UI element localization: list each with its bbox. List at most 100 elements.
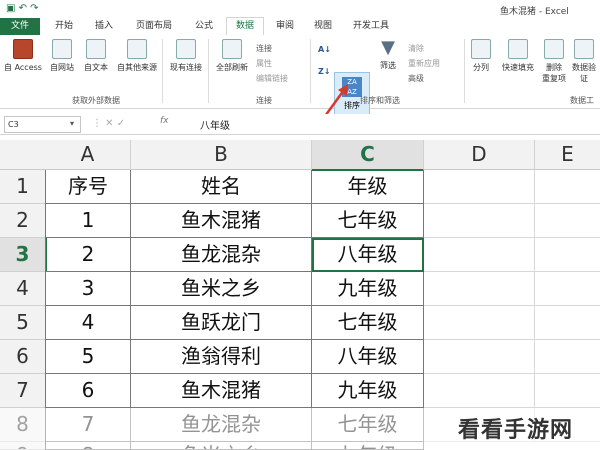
row-header[interactable]: 7 (0, 374, 46, 408)
formula-input[interactable]: 八年级 (200, 117, 230, 132)
cell-a2[interactable]: 1 (45, 204, 131, 238)
filter-icon: ▼ (381, 37, 395, 58)
cell-a4[interactable]: 3 (45, 272, 131, 306)
formula-bar-icons: ⋮ ✕ ✓ (92, 118, 126, 129)
column-header-b[interactable]: B (131, 140, 312, 170)
cell-b6[interactable]: 渔翁得利 (131, 340, 312, 374)
annotation-arrow (310, 84, 348, 135)
from-other-sources-button[interactable]: 自其他来源 (114, 39, 160, 73)
cell-a5[interactable]: 4 (45, 306, 131, 340)
refresh-all-button[interactable]: 全部刷新 (212, 39, 252, 73)
cell-e6[interactable] (535, 340, 600, 374)
remove-duplicates-button[interactable]: 删除 重复项 (540, 39, 568, 84)
cell-b8[interactable]: 鱼龙混杂 (131, 408, 312, 442)
data-validation-icon (574, 39, 594, 59)
flash-fill-icon (508, 39, 528, 59)
row-header[interactable]: 5 (0, 306, 46, 340)
reapply-button[interactable]: 重新应用 (408, 58, 440, 69)
cell-e2[interactable] (535, 204, 600, 238)
active-cell-c3[interactable]: 八年级 (312, 238, 424, 272)
cell-e1[interactable] (535, 170, 600, 204)
cell-c2[interactable]: 七年级 (312, 204, 424, 238)
formula-bar: C3 ▾ ⋮ ✕ ✓ fx 八年级 (0, 114, 600, 135)
cell-d5[interactable] (424, 306, 535, 340)
other-sources-icon (127, 39, 147, 59)
cell-d4[interactable] (424, 272, 535, 306)
tab-data[interactable]: 数据 (226, 17, 264, 37)
cell-a3[interactable]: 2 (45, 238, 131, 272)
cell-a7[interactable]: 6 (45, 374, 131, 408)
group-divider (162, 39, 163, 103)
tab-file[interactable]: 文件 (0, 18, 40, 35)
window-title: 鱼木混猪 - Excel (500, 7, 569, 17)
cell-d2[interactable] (424, 204, 535, 238)
row-header[interactable]: 6 (0, 340, 46, 374)
properties-button[interactable]: 属性 (256, 58, 272, 69)
title-bar: ▣ ↶ ↷ 鱼木混猪 - Excel (0, 0, 600, 18)
cell-c7[interactable]: 九年级 (312, 374, 424, 408)
cell-b2[interactable]: 鱼木混猪 (131, 204, 312, 238)
edit-links-button[interactable]: 编辑链接 (256, 73, 288, 84)
column-header-c[interactable]: C (312, 140, 424, 171)
cell-d7[interactable] (424, 374, 535, 408)
cell-e7[interactable] (535, 374, 600, 408)
select-all-corner[interactable] (0, 140, 46, 170)
cell-d1[interactable] (424, 170, 535, 204)
from-text-button[interactable]: 自文本 (80, 39, 112, 73)
cell-b5[interactable]: 鱼跃龙门 (131, 306, 312, 340)
refresh-icon (222, 39, 242, 59)
sort-ascending-icon[interactable]: A↓ (318, 45, 331, 54)
tab-review[interactable]: 审阅 (268, 18, 302, 35)
text-file-icon (86, 39, 106, 59)
row-header[interactable]: 8 (0, 408, 46, 442)
row-header[interactable]: 2 (0, 204, 46, 238)
tab-page-layout[interactable]: 页面布局 (126, 18, 182, 35)
existing-connections-button[interactable]: 现有连接 (166, 39, 206, 73)
row-header[interactable]: 3 (0, 238, 47, 272)
cell-b1[interactable]: 姓名 (131, 170, 312, 204)
group-divider (464, 39, 465, 103)
cell-c4[interactable]: 九年级 (312, 272, 424, 306)
column-header-a[interactable]: A (45, 140, 131, 170)
column-header-e[interactable]: E (535, 140, 600, 170)
existing-connections-icon (176, 39, 196, 59)
sort-descending-icon[interactable]: Z↓ (318, 67, 331, 76)
filter-button[interactable]: ▼ 筛选 (374, 39, 402, 71)
name-box-dropdown-icon[interactable]: ▾ (70, 119, 74, 128)
cell-a6[interactable]: 5 (45, 340, 131, 374)
tab-insert[interactable]: 插入 (86, 18, 122, 35)
cell-e5[interactable] (535, 306, 600, 340)
column-header-d[interactable]: D (424, 140, 535, 170)
web-icon (52, 39, 72, 59)
cell-a1[interactable]: 序号 (45, 170, 131, 204)
from-web-button[interactable]: 自网站 (46, 39, 78, 73)
cell-e4[interactable] (535, 272, 600, 306)
cell-a8[interactable]: 7 (45, 408, 131, 442)
cell-c8[interactable]: 七年级 (312, 408, 424, 442)
cell-b7[interactable]: 鱼木混猪 (131, 374, 312, 408)
flash-fill-button[interactable]: 快速填充 (498, 39, 538, 73)
data-validation-button[interactable]: 数据验 证 (570, 39, 598, 84)
cell-b4[interactable]: 鱼米之乡 (131, 272, 312, 306)
tab-developer[interactable]: 开发工具 (344, 18, 398, 35)
function-icon[interactable]: fx (160, 116, 169, 126)
tab-formulas[interactable]: 公式 (186, 18, 222, 35)
cell-c1[interactable]: 年级 (312, 170, 424, 204)
tab-home[interactable]: 开始 (46, 18, 82, 35)
connections-button[interactable]: 连接 (256, 43, 272, 54)
cell-d6[interactable] (424, 340, 535, 374)
tab-view[interactable]: 视图 (306, 18, 340, 35)
cell-c6[interactable]: 八年级 (312, 340, 424, 374)
cell-d3[interactable] (424, 238, 535, 272)
quick-access-icons[interactable]: ▣ ↶ ↷ (6, 3, 39, 14)
row-header[interactable]: 4 (0, 272, 46, 306)
clear-button[interactable]: 清除 (408, 43, 424, 54)
cell-e3[interactable] (535, 238, 600, 272)
text-to-columns-button[interactable]: 分列 (468, 39, 494, 73)
row-header[interactable]: 1 (0, 170, 46, 204)
group-label-connections: 连接 (256, 96, 272, 105)
advanced-button[interactable]: 高级 (408, 73, 424, 84)
from-access-button[interactable]: 自 Access (2, 39, 44, 73)
cell-c5[interactable]: 七年级 (312, 306, 424, 340)
cell-b3[interactable]: 鱼龙混杂 (131, 238, 312, 272)
